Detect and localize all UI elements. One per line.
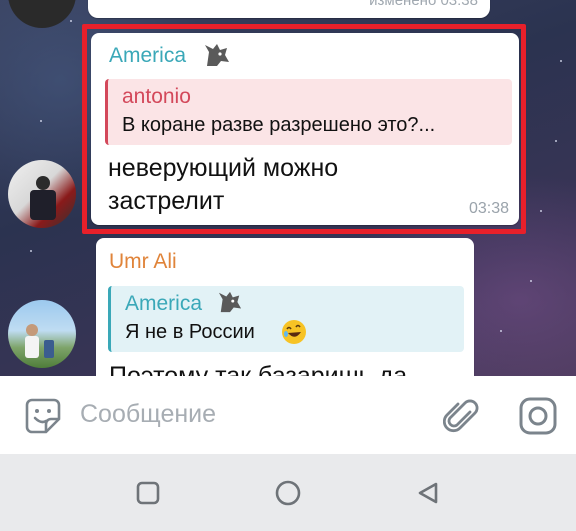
reply-quote[interactable]: antonio В коране разве разрешено это?...	[105, 79, 512, 145]
avatar[interactable]	[8, 300, 76, 368]
reply-quote[interactable]: America Я не в России	[108, 286, 464, 352]
message-input[interactable]: Сообщение	[80, 400, 216, 429]
laughing-emoji-icon	[281, 319, 307, 350]
message-time: 03:38	[468, 200, 509, 217]
message-text-line: неверующий можно	[108, 154, 339, 182]
home-icon[interactable]	[275, 480, 301, 511]
wolf-emoji-icon	[203, 42, 231, 73]
message-text-line: Поэтому так базаришь да	[109, 362, 408, 376]
attach-icon[interactable]	[442, 396, 479, 441]
reply-text: В коране разве разрешено это?...	[122, 114, 436, 136]
reply-text: Я не в России	[125, 321, 255, 343]
reply-name: America	[125, 292, 203, 315]
emoji-sticker-icon[interactable]	[24, 397, 62, 440]
message-sender[interactable]: Umr Ali	[109, 250, 177, 274]
avatar[interactable]	[8, 0, 76, 28]
message-bubble[interactable]: Umr Ali America Я не в России Поэтому та…	[96, 238, 474, 376]
previous-message[interactable]: изменено 03:38	[88, 0, 490, 18]
message-sender[interactable]: America	[109, 44, 186, 68]
system-navigation-bar	[0, 454, 576, 531]
avatar[interactable]	[8, 160, 76, 228]
recent-apps-icon[interactable]	[136, 481, 160, 510]
camera-icon[interactable]	[518, 396, 558, 441]
chat-background: изменено 03:38 America antonio В коране …	[0, 0, 576, 376]
edited-label: изменено 03:38	[369, 0, 478, 9]
message-composer: Сообщение	[0, 376, 576, 454]
avatar-photo	[30, 176, 56, 220]
wolf-emoji-icon	[217, 290, 243, 319]
reply-name: antonio	[122, 85, 191, 108]
back-icon[interactable]	[416, 481, 440, 510]
avatar-photo	[25, 324, 54, 358]
message-bubble[interactable]: America antonio В коране разве разрешено…	[91, 33, 519, 225]
message-text-line: застрелит	[108, 187, 225, 215]
